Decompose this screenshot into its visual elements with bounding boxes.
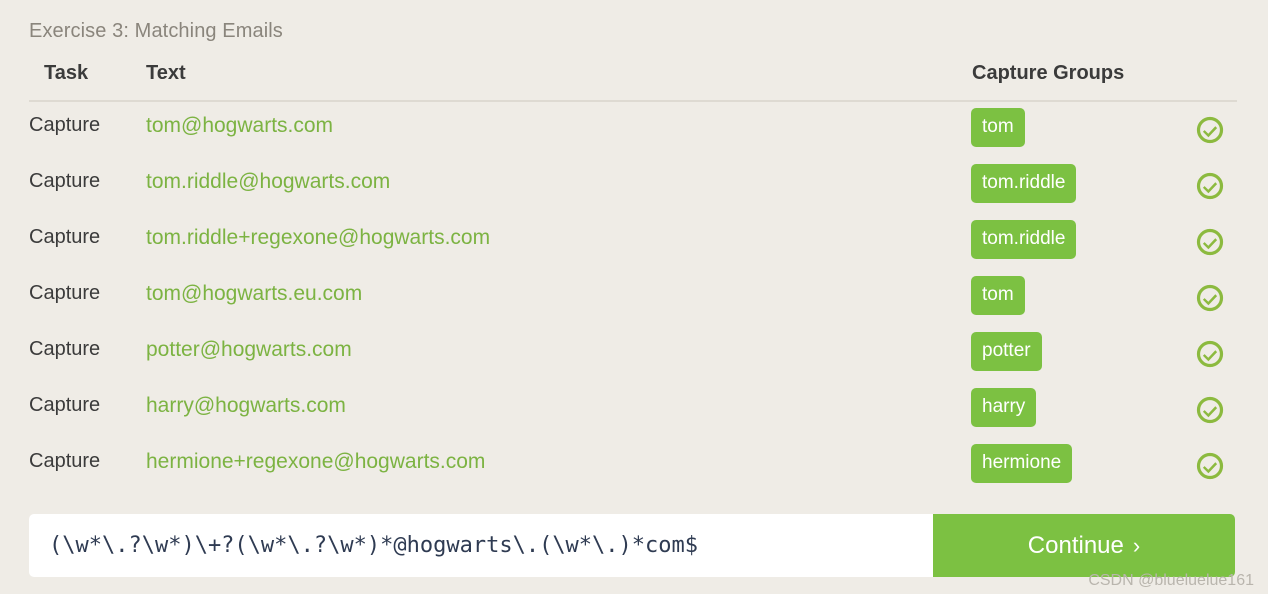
row-status-check-icon xyxy=(1196,396,1224,424)
row-task-label: Capture xyxy=(29,282,101,304)
table-row: Capture tom@hogwarts.eu.com tom xyxy=(29,270,1237,326)
capture-group-badge: tom xyxy=(971,108,1025,147)
row-text-value: potter@hogwarts.com xyxy=(146,338,352,361)
row-status-check-icon xyxy=(1196,116,1224,144)
table-row: Capture hermione+regexone@hogwarts.com her… xyxy=(29,438,1237,494)
row-task-label: Capture xyxy=(29,394,101,416)
exercise-table: Task Text Capture Groups Capture tom@hogw… xyxy=(29,62,1237,494)
row-text-value: tom.riddle+regexone@hogwarts.com xyxy=(146,226,491,249)
watermark: CSDN @blueluelue161 xyxy=(1088,572,1254,589)
table-row: Capture tom@hogwarts.com tom xyxy=(29,102,1237,158)
row-text-value: tom.riddle@hogwarts.com xyxy=(146,170,391,193)
capture-group-badge: potter xyxy=(971,332,1042,371)
row-text-value: tom@hogwarts.com xyxy=(146,114,334,137)
row-text-value: hermione+regexone@hogwarts.com xyxy=(146,450,486,473)
column-header-text: Text xyxy=(146,62,186,84)
capture-group-badge: harry xyxy=(971,388,1037,427)
row-task-label: Capture xyxy=(29,114,101,136)
capture-group-badge: tom.riddle xyxy=(971,164,1077,203)
table-header-row: Task Text Capture Groups xyxy=(29,62,1237,102)
row-text-value: tom@hogwarts.eu.com xyxy=(146,282,363,305)
row-capture-groups: tom xyxy=(971,276,1171,315)
capture-group-badge: tom.riddle xyxy=(971,220,1077,259)
row-task-label: Capture xyxy=(29,170,101,192)
continue-button[interactable]: Continue › xyxy=(933,514,1235,577)
table-body: Capture tom@hogwarts.com tom Capture tom.rid… xyxy=(29,102,1237,494)
row-text-value: harry@hogwarts.com xyxy=(146,394,346,417)
page-title: Exercise 3: Matching Emails xyxy=(29,20,283,42)
row-capture-groups: hermione xyxy=(971,444,1171,483)
row-task-label: Capture xyxy=(29,450,101,472)
column-header-capture-groups: Capture Groups xyxy=(972,62,1125,84)
chevron-right-icon: › xyxy=(1132,532,1141,558)
table-row: Capture harry@hogwarts.com harry xyxy=(29,382,1237,438)
row-status-check-icon xyxy=(1196,172,1224,200)
table-row: Capture potter@hogwarts.com potter xyxy=(29,326,1237,382)
row-status-check-icon xyxy=(1196,340,1224,368)
row-capture-groups: harry xyxy=(971,388,1171,427)
column-header-task: Task xyxy=(44,62,89,84)
row-capture-groups: tom.riddle xyxy=(971,164,1171,203)
table-row: Capture tom.riddle+regexone@hogwarts.com t… xyxy=(29,214,1237,270)
regex-input[interactable] xyxy=(29,514,933,577)
row-status-check-icon xyxy=(1196,452,1224,480)
capture-group-badge: hermione xyxy=(971,444,1073,483)
table-row: Capture tom.riddle@hogwarts.com tom.riddle xyxy=(29,158,1237,214)
row-status-check-icon xyxy=(1196,284,1224,312)
row-task-label: Capture xyxy=(29,338,101,360)
row-capture-groups: potter xyxy=(971,332,1171,371)
row-status-check-icon xyxy=(1196,228,1224,256)
answer-bar: Continue › xyxy=(29,514,1235,577)
row-capture-groups: tom.riddle xyxy=(971,220,1171,259)
row-capture-groups: tom xyxy=(971,108,1171,147)
continue-button-label: Continue xyxy=(1027,531,1124,559)
capture-group-badge: tom xyxy=(971,276,1025,315)
row-task-label: Capture xyxy=(29,226,101,248)
